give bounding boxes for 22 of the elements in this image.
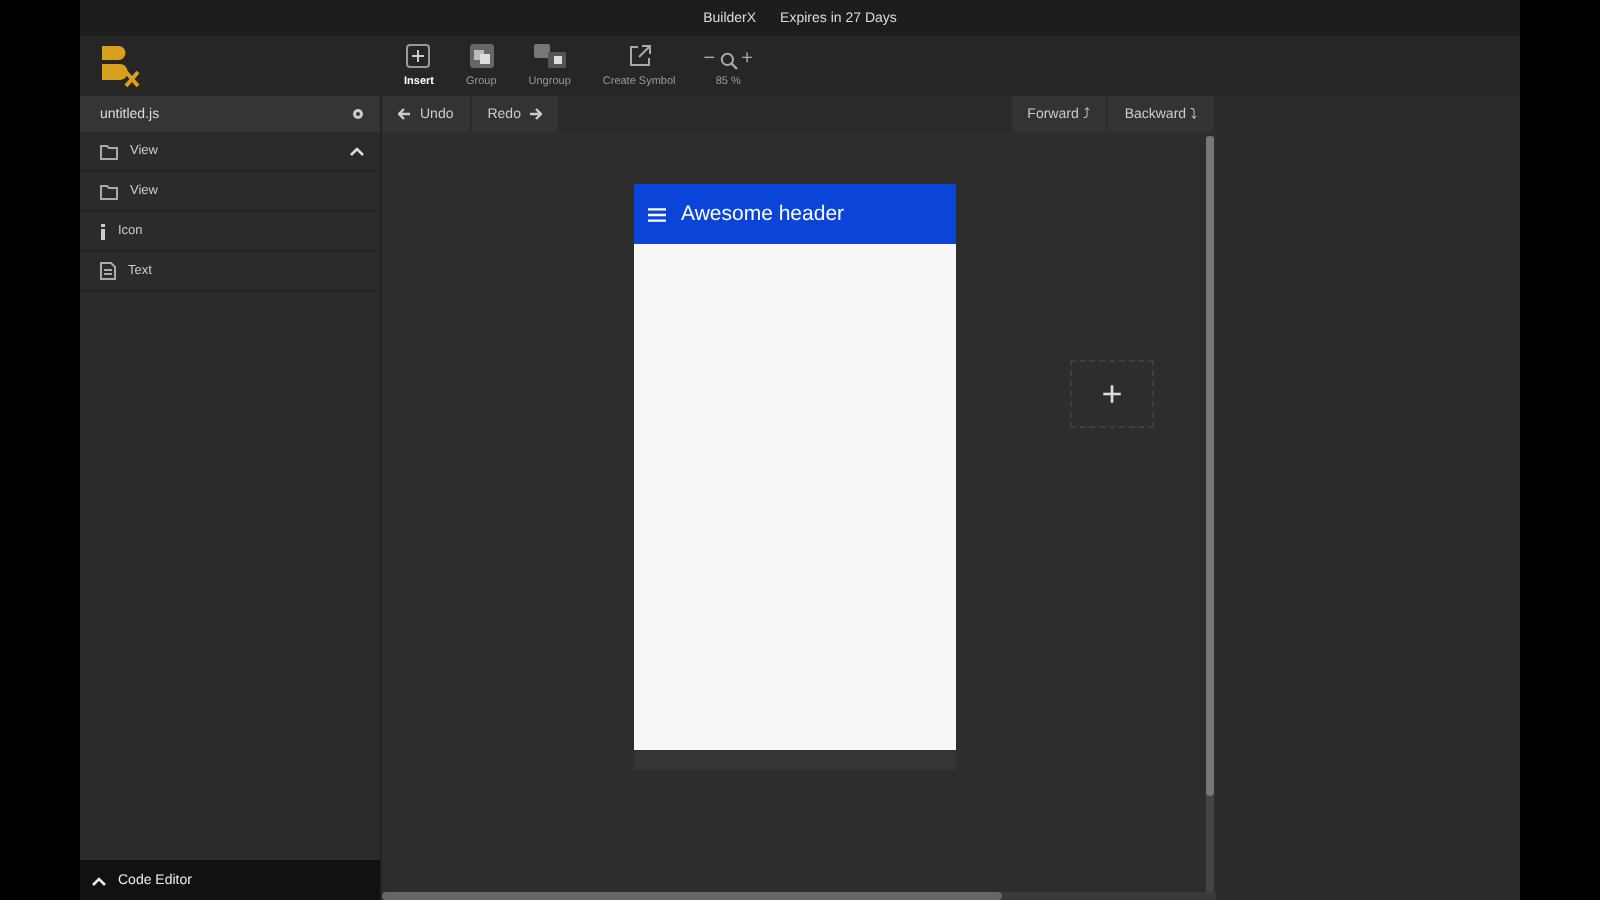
- arrow-right-icon: [530, 108, 543, 120]
- external-icon: [627, 44, 652, 68]
- folder-icon: [100, 183, 118, 199]
- folder-icon: [100, 143, 118, 159]
- logo-icon: [96, 42, 144, 90]
- chevron-up-icon[interactable]: [350, 146, 364, 156]
- settings-icon[interactable]: [352, 108, 364, 120]
- file-icon: [100, 262, 116, 280]
- arrow-left-icon: [398, 108, 410, 120]
- zoom-out-button[interactable]: −: [703, 50, 716, 70]
- zoom-in-button[interactable]: +: [741, 50, 753, 70]
- group-icon: [469, 44, 494, 68]
- info-icon: [100, 223, 106, 239]
- menu-icon: [647, 207, 665, 221]
- add-screen-button[interactable]: +: [1070, 360, 1154, 428]
- chevron-up-icon: [92, 875, 106, 885]
- search-icon: [719, 51, 738, 69]
- ungroup-icon: [533, 44, 566, 68]
- scrollbar[interactable]: [1206, 136, 1214, 892]
- plus-icon: [406, 44, 431, 68]
- scrollbar[interactable]: [382, 892, 1216, 900]
- header-title: Awesome header: [681, 202, 845, 226]
